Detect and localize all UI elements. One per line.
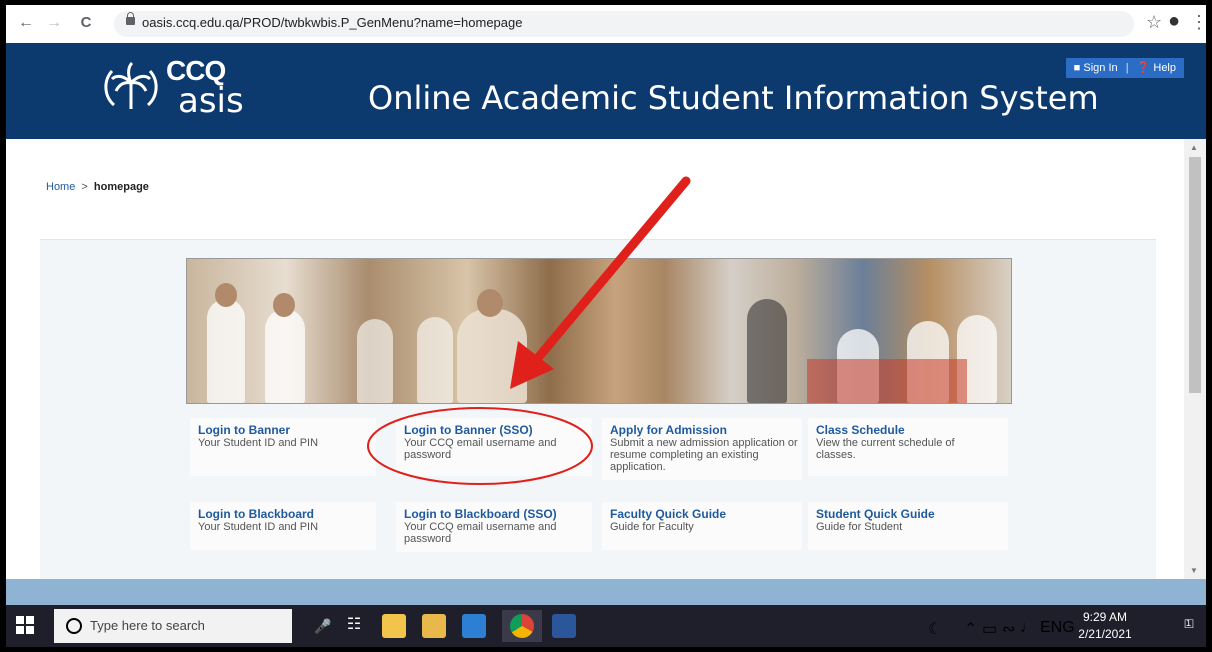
browser-toolbar: ← → C oasis.ccq.edu.qa/PROD/twbkwbis.P_G… [6, 5, 1206, 44]
battery-icon[interactable]: ▭ [982, 619, 997, 639]
tile-login-banner[interactable]: Login to Banner Your Student ID and PIN [190, 418, 376, 476]
breadcrumb-current: homepage [93, 181, 149, 193]
windows-taskbar: Type here to search 🎤 ☷ ☾ ⌃ ▭ ∾ ♩ ENG 9:… [6, 605, 1206, 647]
tile-title[interactable]: Login to Banner [198, 423, 290, 437]
word-icon[interactable] [552, 614, 576, 638]
breadcrumb-home[interactable]: Home [46, 181, 75, 193]
screen: ← → C oasis.ccq.edu.qa/PROD/twbkwbis.P_G… [6, 5, 1206, 647]
menu-panel: Login to Banner Your Student ID and PIN … [40, 239, 1156, 580]
tile-class-schedule[interactable]: Class Schedule View the current schedule… [808, 418, 1008, 476]
task-view-icon[interactable]: ☷ [342, 614, 366, 638]
volume-icon[interactable]: ♩ [1020, 619, 1036, 637]
header-links: ■ Sign In | ❓ Help [1065, 58, 1184, 78]
notification-center-icon[interactable]: □ 1 [1180, 615, 1198, 635]
tile-faculty-guide[interactable]: Faculty Quick Guide Guide for Faculty [602, 502, 802, 550]
help-circle-icon: ❓ [1136, 62, 1151, 74]
tile-description: Your CCQ email username and password [404, 437, 557, 461]
site-header: CCQ asis Online Academic Student Informa… [6, 43, 1206, 139]
chrome-taskbar-active[interactable] [502, 610, 542, 642]
tray-chevron-icon[interactable]: ⌃ [964, 619, 977, 639]
tile-description: Your Student ID and PIN [198, 521, 319, 533]
forward-arrow-icon[interactable]: → [44, 13, 64, 33]
tile-description: Your Student ID and PIN [198, 437, 319, 449]
tile-title[interactable]: Class Schedule [816, 423, 905, 437]
logo-text-asis: asis [178, 81, 244, 121]
tile-title[interactable]: Faculty Quick Guide [610, 507, 726, 521]
palm-logo-icon [104, 61, 158, 109]
chrome-icon [510, 614, 534, 638]
taskbar-search-box[interactable]: Type here to search 🎤 [54, 609, 331, 643]
notification-count: 1 [1186, 618, 1192, 628]
tile-title[interactable]: Apply for Admission [610, 423, 727, 437]
tile-description: Your CCQ email username and password [404, 521, 557, 545]
tile-title[interactable]: Login to Banner (SSO) [404, 423, 533, 437]
help-link[interactable]: Help [1153, 58, 1176, 78]
store-icon[interactable] [422, 614, 446, 638]
file-explorer-icon[interactable] [382, 614, 406, 638]
reload-icon[interactable]: C [76, 13, 96, 33]
page-content: Home > homepage Login to Banner Your Stu… [6, 139, 1184, 580]
tile-description: Submit a new admission application or re… [610, 437, 798, 473]
page-footer-strip [6, 579, 1206, 605]
mail-icon[interactable] [462, 614, 486, 638]
lock-small-icon: ■ [1073, 62, 1081, 74]
tile-login-blackboard[interactable]: Login to Blackboard Your Student ID and … [190, 502, 376, 550]
browser-menu-icon[interactable]: ⋮ [1190, 12, 1206, 33]
scroll-thumb[interactable] [1189, 157, 1201, 393]
search-circle-icon [66, 618, 82, 634]
back-arrow-icon[interactable]: ← [16, 13, 36, 33]
bookmark-star-icon[interactable]: ☆ [1146, 12, 1162, 33]
site-title: Online Academic Student Information Syst… [368, 79, 1099, 117]
microphone-icon[interactable]: 🎤 [314, 618, 331, 635]
tile-title[interactable]: Student Quick Guide [816, 507, 935, 521]
tile-login-banner-sso[interactable]: Login to Banner (SSO) Your CCQ email use… [396, 418, 592, 476]
wifi-icon[interactable]: ∾ [1002, 619, 1015, 639]
scroll-up-arrow-icon[interactable]: ▲ [1190, 143, 1198, 152]
tile-login-blackboard-sso[interactable]: Login to Blackboard (SSO) Your CCQ email… [396, 502, 592, 552]
banner-photo [186, 258, 1012, 404]
address-bar[interactable]: oasis.ccq.edu.qa/PROD/twbkwbis.P_GenMenu… [114, 11, 1134, 37]
url-text[interactable]: oasis.ccq.edu.qa/PROD/twbkwbis.P_GenMenu… [142, 15, 522, 30]
clock-date[interactable]: 2/21/2021 [1070, 627, 1140, 641]
header-divider: | [1125, 62, 1129, 74]
windows-start-icon[interactable] [16, 616, 34, 634]
vertical-scrollbar[interactable]: ▲ ▼ [1184, 139, 1206, 579]
sign-in-link[interactable]: Sign In [1083, 58, 1117, 78]
tile-description: Guide for Student [816, 521, 903, 533]
breadcrumb: Home > homepage [46, 181, 149, 193]
tile-student-guide[interactable]: Student Quick Guide Guide for Student [808, 502, 1008, 550]
breadcrumb-separator: > [81, 181, 88, 193]
search-placeholder[interactable]: Type here to search [90, 618, 205, 633]
scroll-down-arrow-icon[interactable]: ▼ [1190, 566, 1198, 575]
tile-apply-admission[interactable]: Apply for Admission Submit a new admissi… [602, 418, 802, 480]
people-icon[interactable]: ☾ [928, 619, 942, 639]
profile-icon[interactable]: ● [1168, 10, 1180, 33]
tile-description: Guide for Faculty [610, 521, 694, 533]
clock-time[interactable]: 9:29 AM [1070, 610, 1140, 624]
lock-icon [126, 12, 135, 25]
tile-description: View the current schedule of classes. [816, 437, 955, 461]
tile-title[interactable]: Login to Blackboard (SSO) [404, 507, 557, 521]
tile-title[interactable]: Login to Blackboard [198, 507, 314, 521]
